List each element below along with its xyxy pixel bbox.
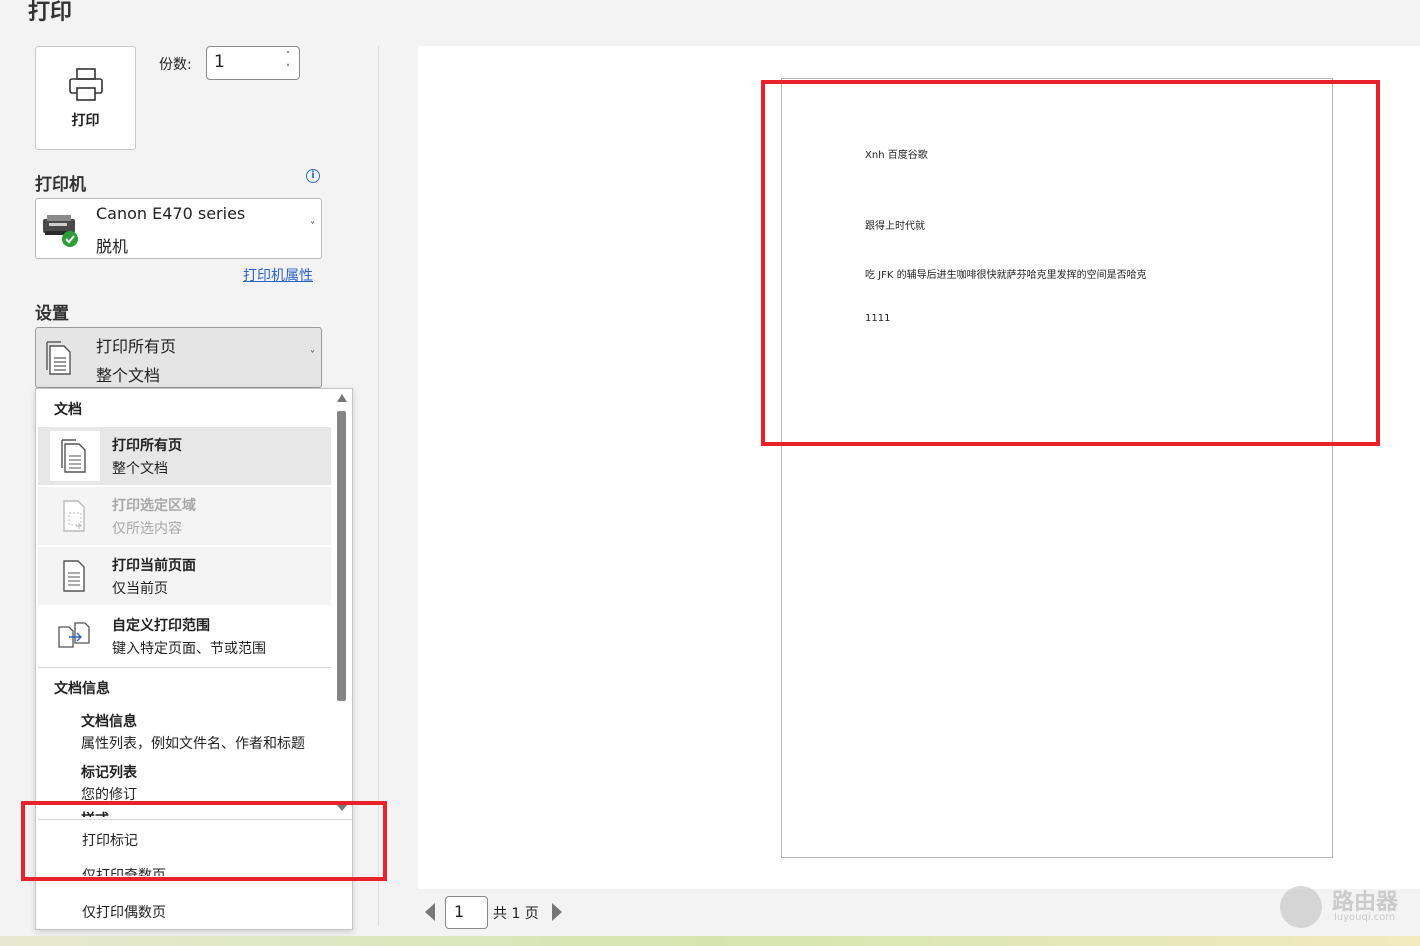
taskbar-strip [0,936,1420,946]
menu-item-custom-range[interactable]: 自定义打印范围 键入特定页面、节或范围 [38,607,331,665]
printer-properties-link[interactable]: 打印机属性 [243,265,313,285]
prev-page-icon[interactable] [425,903,435,921]
print-button[interactable]: 打印 [35,46,136,150]
menu-item-desc: 仅所选内容 [112,521,182,537]
menu-item-desc: 键入特定页面、节或范围 [112,641,266,657]
spin-down-icon[interactable]: ˅ [283,63,293,75]
menu-item-title: 打印当前页面 [112,558,196,574]
printer-icon [67,66,105,108]
menu-item-doc-info-desc: 属性列表，例如文件名、作者和标题 [81,736,305,752]
printer-name: Canon E470 series [96,204,246,223]
menu-divider [38,667,331,668]
menu-item-even-pages[interactable]: 仅打印偶数页 [82,902,166,922]
printer-ready-icon [41,213,81,253]
copies-value: 1 [214,52,225,72]
page-number-value: 1 [454,902,465,921]
panel-divider [378,46,379,926]
copies-stepper[interactable]: 1 ˄ ˅ [206,46,300,80]
print-range-select[interactable]: 打印所有页 整个文档 ˅ [35,327,322,388]
menu-item-all-pages[interactable]: 打印所有页 整个文档 [38,427,331,485]
router-icon [1280,886,1322,928]
menu-header-doc-info: 文档信息 [54,681,110,697]
page-total-label: 共 1 页 [493,906,539,922]
copies-label: 份数: [159,57,192,73]
info-icon[interactable]: i [306,169,320,183]
watermark-logo: 路由器 luyouqi.com [1280,884,1408,930]
menu-item-markup-list-title[interactable]: 标记列表 [81,762,137,782]
printer-status: 脱机 [96,237,129,256]
chevron-down-icon: ˅ [310,221,315,232]
menu-item-title: 打印所有页 [112,438,182,454]
page-title: 打印 [28,0,73,25]
menu-header-document: 文档 [54,402,82,418]
settings-heading: 设置 [35,304,69,324]
menu-item-selection[interactable]: 打印选定区域 仅所选内容 [38,487,331,545]
print-button-label: 打印 [71,113,100,129]
print-range-line2: 整个文档 [96,366,161,385]
menu-scrollbar-thumb[interactable] [337,411,346,701]
menu-item-title: 自定义打印范围 [112,618,210,634]
chevron-down-icon: ˅ [310,350,315,361]
all-pages-icon [50,431,100,481]
selection-icon [50,491,100,541]
menu-item-desc: 整个文档 [112,461,168,477]
scroll-up-icon[interactable] [337,394,347,402]
current-page-icon [50,551,100,601]
menu-item-current-page[interactable]: 打印当前页面 仅当前页 [38,547,331,605]
printer-select[interactable]: Canon E470 series 脱机 ˅ [35,198,322,259]
next-page-icon[interactable] [552,903,562,921]
menu-item-doc-info-title[interactable]: 文档信息 [81,711,137,731]
custom-range-icon [50,611,100,661]
menu-item-title: 打印选定区域 [112,498,196,514]
highlight-box-preview [761,80,1380,446]
print-range-line1: 打印所有页 [96,337,177,356]
all-pages-icon [44,338,76,382]
page-number-input[interactable]: 1 [445,896,488,929]
menu-item-desc: 仅当前页 [112,581,168,597]
spin-up-icon[interactable]: ˄ [283,50,293,62]
watermark-sub: luyouqi.com [1334,912,1396,923]
printer-heading: 打印机 [35,175,86,195]
highlight-box-menu [21,801,387,881]
